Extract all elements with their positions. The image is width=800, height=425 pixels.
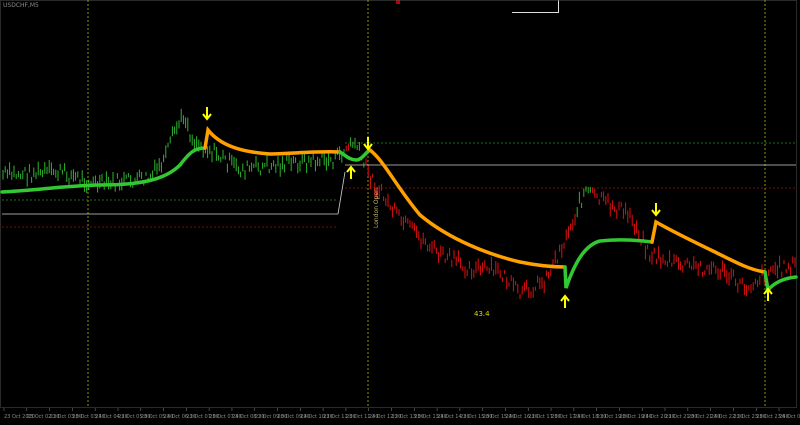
indicator-value-label: 43.4 (474, 310, 490, 318)
level-line-white (337, 171, 346, 215)
buy-arrow-icon (346, 165, 356, 179)
ma-line-down (650, 219, 767, 274)
sell-arrow-icon (202, 107, 212, 121)
time-tick-label: 26 Oct 00:20 (779, 414, 800, 420)
sell-arrow-icon (651, 203, 661, 217)
ma-line-down (368, 148, 567, 269)
session-label-london-open: London Open (373, 188, 380, 228)
ma-line-up (763, 270, 798, 294)
buy-arrow-icon (763, 287, 773, 301)
ma-line-up (0, 146, 207, 194)
price-chart[interactable]: 23 Oct 202023 Oct 02:2023 Oct 03:0023 Oc… (0, 0, 800, 425)
ma-line-up (563, 238, 654, 289)
ma-line-down (203, 125, 342, 156)
plot-frame (0, 0, 797, 408)
buy-arrow-icon (560, 294, 570, 308)
chart-window[interactable]: USDCHF,M5 23 Oct 2020 23 Oct 02:20 23 Oct … (0, 0, 800, 425)
